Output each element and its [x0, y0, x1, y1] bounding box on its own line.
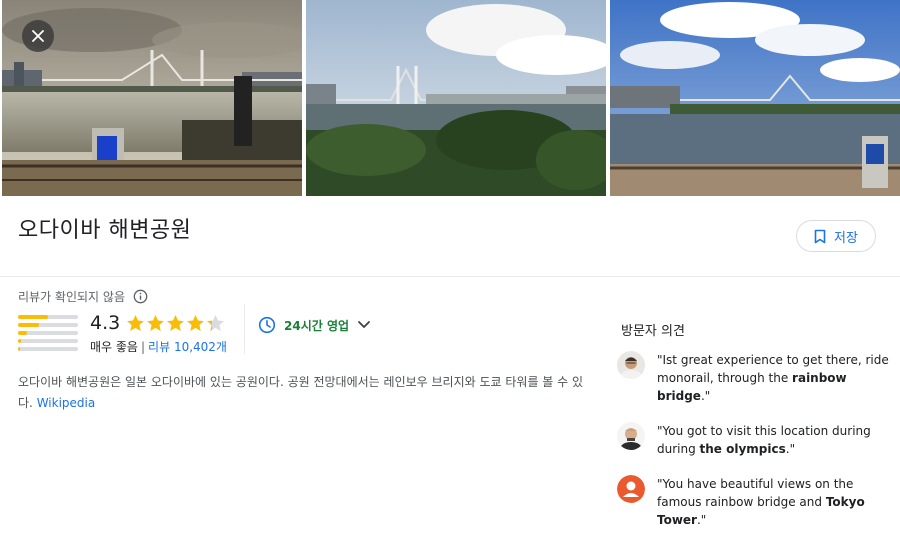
close-icon: [32, 30, 44, 42]
close-button[interactable]: [22, 20, 54, 52]
rating-bar-4: [18, 323, 78, 327]
opinions-title: 방문자 의견: [621, 324, 685, 339]
section-divider: [0, 276, 900, 277]
reviews-unverified-note: 리뷰가 확인되지 않음: [18, 288, 148, 305]
review-text-post: .": [785, 442, 796, 456]
rating-bar-2: [18, 339, 78, 343]
avatar: [617, 351, 645, 379]
review-highlight: the olympics: [699, 442, 786, 456]
save-button[interactable]: 저장: [796, 220, 876, 252]
save-label: 저장: [834, 230, 858, 246]
rating-score: 4.3: [90, 312, 121, 334]
rating-descriptor: 매우 좋음: [90, 340, 138, 354]
reviews-link[interactable]: 리뷰 10,402개: [148, 340, 227, 354]
avatar: [617, 422, 645, 450]
reviews-count: 10,402개: [173, 340, 227, 354]
clock-icon: [258, 316, 276, 334]
hours-label: 24시간 영업: [284, 318, 350, 333]
star-icon: [207, 315, 224, 331]
description-text: 오다이바 해변공원은 일본 오다이바에 있는 공원이다. 공원 전망대에서는 레…: [18, 375, 584, 410]
wikipedia-link[interactable]: Wikipedia: [37, 396, 96, 410]
review-text-pre: "Ist great experience to get there, ride…: [657, 353, 889, 385]
hours-dropdown[interactable]: 24시간 영업: [258, 316, 371, 334]
vertical-divider: [244, 304, 245, 354]
review-text: "Ist great experience to get there, ride…: [657, 351, 892, 405]
star-icon: [147, 315, 164, 331]
place-title: 오다이바 해변공원: [18, 218, 192, 243]
rating-bar-5: [18, 315, 78, 319]
rating-bar-3: [18, 331, 78, 335]
reviews-prefix: 리뷰: [148, 340, 174, 354]
review-text-post: .": [696, 513, 707, 527]
rating-stars: [126, 314, 225, 332]
star-icon: [187, 315, 204, 331]
review-text-post: .": [700, 389, 711, 403]
review-item: "You have beautiful views on the famous …: [617, 475, 892, 529]
info-icon[interactable]: [133, 289, 148, 304]
review-text: "You have beautiful views on the famous …: [657, 475, 892, 529]
rating-bar-1: [18, 347, 78, 351]
review-text: "You got to visit this location during d…: [657, 422, 892, 458]
photo-2[interactable]: [306, 0, 606, 196]
star-icon: [167, 315, 184, 331]
unverified-label: 리뷰가 확인되지 않음: [18, 290, 125, 304]
rating-summary: 매우 좋음 | 리뷰 10,402개: [90, 338, 227, 355]
photo-3[interactable]: [610, 0, 900, 196]
review-item: "Ist great experience to get there, ride…: [617, 351, 892, 405]
rating-separator: |: [140, 340, 146, 354]
chevron-down-icon: [358, 321, 370, 328]
review-text-pre: "You have beautiful views on the famous …: [657, 477, 854, 509]
star-icon: [127, 315, 144, 331]
photo-gallery: [0, 0, 900, 196]
rating-distribution: [18, 315, 78, 355]
place-description: 오다이바 해변공원은 일본 오다이바에 있는 공원이다. 공원 전망대에서는 레…: [18, 372, 588, 414]
review-item: "You got to visit this location during d…: [617, 422, 892, 458]
bookmark-icon: [814, 229, 826, 243]
avatar: [617, 475, 645, 503]
